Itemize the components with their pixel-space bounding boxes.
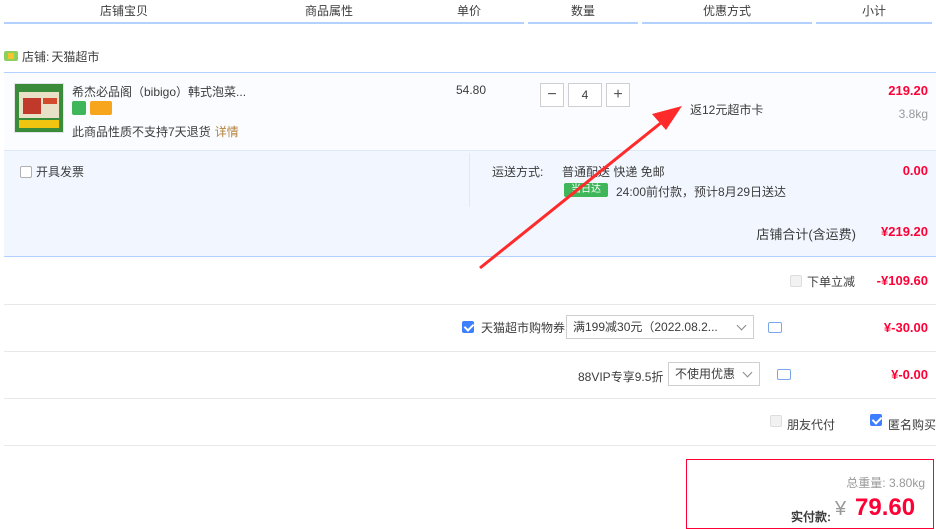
no-return-notice: 此商品性质不支持7天退货 详情 [72, 123, 239, 140]
instant-discount-checkbox [790, 275, 802, 287]
same-day-badge: 当日达 [564, 183, 608, 197]
card-badge-icon [90, 101, 112, 115]
message-icon[interactable] [777, 369, 791, 380]
coupon-select[interactable]: 满199减30元（2022.08.2... [566, 315, 754, 339]
invoice-label: 开具发票 [36, 165, 85, 179]
order-total-box: 总重量: 3.80kg 实付款: ¥ 79.60 [686, 459, 934, 529]
col-header-attrs: 商品属性 [244, 0, 414, 24]
no-return-text: 此商品性质不支持7天退货 [72, 125, 211, 139]
vip-value: ¥-0.00 [891, 367, 928, 382]
item-subtotal: 219.20 [888, 83, 928, 98]
col-header-promo: 优惠方式 [642, 0, 812, 24]
message-icon[interactable] [768, 322, 782, 333]
decrease-button[interactable]: − [540, 83, 564, 107]
invoice-option[interactable]: 开具发票 [20, 163, 84, 180]
col-header-subtotal: 小计 [816, 0, 932, 24]
friend-pay-checkbox[interactable] [770, 415, 782, 427]
col-header-qty: 数量 [528, 0, 638, 24]
pay-amount: 79.60 [855, 494, 916, 521]
friend-pay-label: 朋友代付 [787, 418, 836, 432]
chevron-down-icon [742, 367, 753, 378]
total-weight: 总重量: 3.80kg [846, 474, 925, 491]
total-weight-label: 总重量: [846, 476, 886, 490]
pay-label: 实付款: [791, 510, 831, 524]
product-thumbnail[interactable] [14, 83, 64, 133]
shop-total-value: ¥219.20 [881, 224, 928, 239]
cart-item-row: 希杰必品阁（bibigo）韩式泡菜... 此商品性质不支持7天退货 详情 54.8… [4, 73, 936, 151]
coupon-checkbox[interactable] [462, 321, 474, 333]
shipping-cost: 0.00 [902, 163, 928, 178]
unit-price: 54.80 [456, 83, 487, 97]
shop-total-row: 店铺合计(含运费) ¥219.20 [4, 208, 936, 257]
anonymous-checkbox[interactable] [870, 414, 882, 426]
col-header-price: 单价 [414, 0, 524, 24]
invoice-checkbox[interactable] [20, 166, 32, 178]
divider [469, 153, 470, 207]
instant-discount-row: 下单立减 -¥109.60 [4, 258, 936, 305]
increase-button[interactable]: + [606, 83, 630, 107]
tmall-badge-icon [72, 101, 86, 115]
shipping-method: 普通配送 快递 免邮 [562, 165, 665, 179]
promo-text: 返12元超市卡 [690, 103, 764, 117]
col-header-item: 店铺宝贝 [4, 0, 244, 24]
instant-discount-value: -¥109.60 [876, 273, 928, 288]
shop-label: 店铺: [22, 50, 50, 64]
vip-select-value: 不使用优惠 [675, 367, 736, 381]
vip-select[interactable]: 不使用优惠 [668, 362, 760, 386]
shop-name[interactable]: 天猫超市 [51, 50, 99, 64]
quantity-input[interactable]: 4 [568, 83, 602, 107]
shop-row: 店铺: 天猫超市 [4, 47, 99, 67]
coupon-select-value: 满199减30元（2022.08.2... [573, 320, 718, 334]
coupon-value: ¥-30.00 [883, 320, 928, 335]
shipping-eta: 24:00前付款，预计8月29日送达 [616, 185, 787, 199]
item-weight: 3.8kg [898, 107, 928, 121]
shipping-label: 运送方式: [492, 165, 544, 179]
details-link[interactable]: 详情 [215, 125, 239, 139]
vip-label: 88VIP专享9.5折 [578, 370, 664, 384]
anonymous-label: 匿名购买 [888, 418, 936, 432]
cart-item-block: 希杰必品阁（bibigo）韩式泡菜... 此商品性质不支持7天退货 详情 54.8… [4, 72, 936, 209]
instant-discount-label: 下单立减 [807, 275, 856, 289]
shop-total-label: 店铺合计(含运费) [756, 227, 856, 242]
vip-discount-row: 88VIP专享9.5折 不使用优惠 ¥-0.00 [4, 352, 936, 399]
coupon-row: 天猫超市购物券 满199减30元（2022.08.2... ¥-30.00 [4, 305, 936, 352]
shop-icon [4, 48, 18, 61]
coupon-label: 天猫超市购物券 [481, 321, 566, 335]
chevron-down-icon [736, 320, 747, 331]
total-weight-value: 3.80kg [888, 476, 925, 490]
pay-options-row: 朋友代付 匿名购买 [4, 399, 936, 446]
currency-symbol: ¥ [835, 498, 847, 520]
product-title[interactable]: 希杰必品阁（bibigo）韩式泡菜... [72, 83, 252, 100]
